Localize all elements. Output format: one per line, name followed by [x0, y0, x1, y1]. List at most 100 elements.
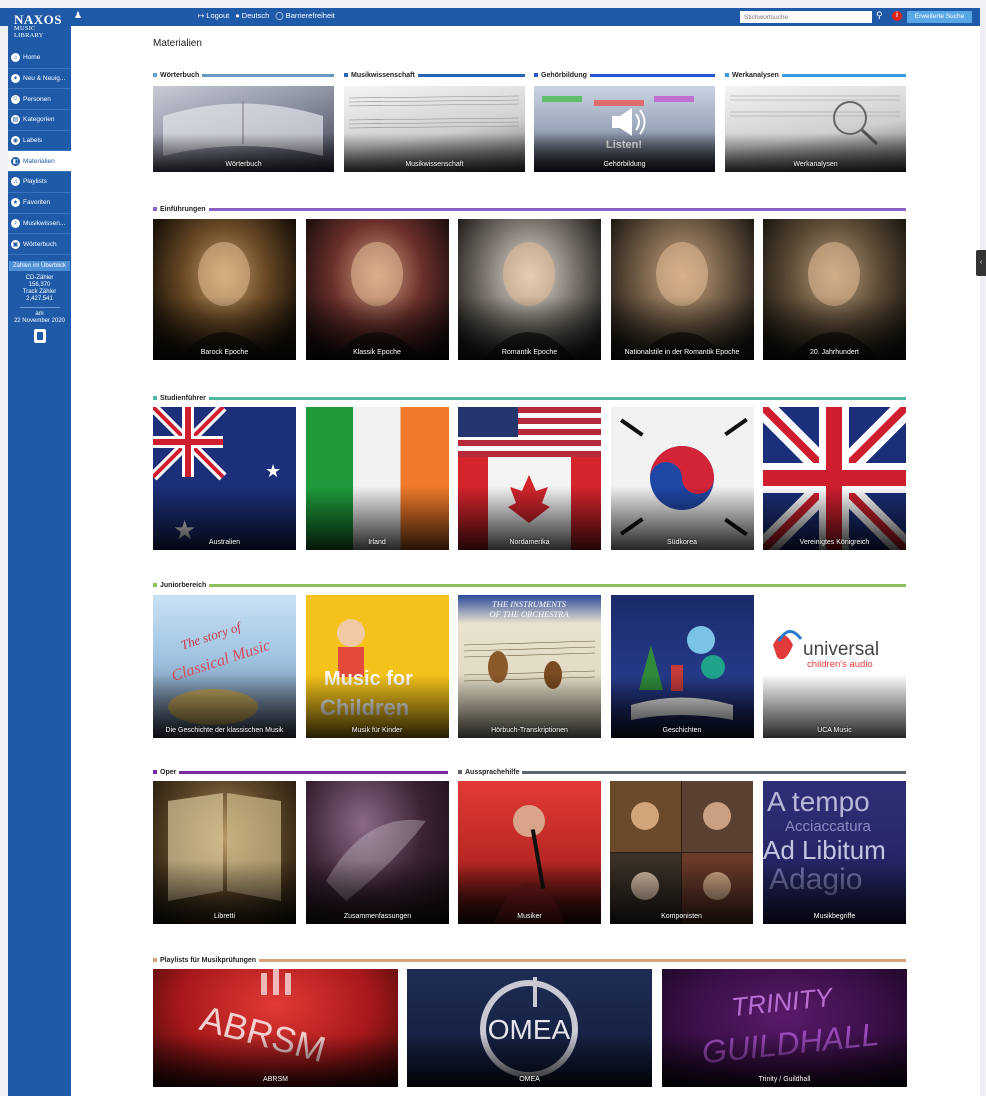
tile-label: Vereinigtes Königreich: [799, 539, 870, 546]
tile-label: UCA Music: [817, 727, 852, 734]
section-rule: [208, 207, 906, 211]
sidebar-item-icon: ✦: [11, 74, 20, 84]
section-title: Playlists für Musikprüfungen: [160, 956, 257, 964]
section-title: Werkanalysen: [732, 71, 779, 79]
svg-text:★: ★: [265, 461, 281, 481]
logout-link[interactable]: ↦ Logout: [198, 11, 229, 20]
sidebar-item-icon: ★: [11, 198, 20, 208]
tile-aussprachehilfe-2[interactable]: A tempoAcciaccaturaAd LibitumAdagioMusik…: [763, 781, 906, 924]
top-links: ↦ Logout ● Deutsch ◯ Barrierefreiheit: [198, 11, 335, 20]
tile-label: Musik für Kinder: [351, 727, 403, 734]
sidebar-item-icon: ◧: [11, 156, 20, 166]
tile-studienfuehrer-2[interactable]: Nordamerika: [458, 407, 601, 550]
section-marker: [153, 73, 157, 77]
tile-playlists-2[interactable]: TRINITYGUILDHALLTrinity / Guildhall: [662, 969, 907, 1087]
naxos-logo[interactable]: NAXOS MUSIC LIBRARY: [14, 13, 66, 39]
section-title: Wörterbuch: [160, 71, 200, 79]
section-header-musikwissenschaft: Musikwissenschaft: [344, 70, 525, 80]
info-icon[interactable]: i: [892, 11, 902, 21]
tile-art-text: OF THE ORCHESTRA: [489, 609, 569, 619]
sidebar-item-label: Musikwissen...: [23, 219, 66, 227]
accessibility-link[interactable]: ◯ Barrierefreiheit: [275, 11, 335, 20]
stats-block: CD-Zähler 156,370 Track Zähler 2,427,541 am 2…: [8, 275, 71, 343]
sidebar-item-icon: ♪: [11, 218, 20, 228]
sidebar-item-2[interactable]: ☺ Personen: [8, 89, 71, 111]
tile-juniorbereich-4[interactable]: universal children's audio UCA Music: [763, 595, 906, 738]
tile-einfuehrungen-3[interactable]: Nationalstile in der Romantik Epoche: [610, 219, 754, 360]
tile-studienfuehrer-0[interactable]: ★★Australien: [153, 407, 296, 550]
stats-date-value: 22 November 2020: [13, 317, 66, 324]
extended-search-button[interactable]: Erweiterte Suche: [907, 11, 972, 23]
tile-einfuehrungen-4[interactable]: 20. Jahrhundert: [763, 219, 906, 360]
sidebar-item-label: Favoriten: [23, 199, 51, 207]
tile-aussprachehilfe-1[interactable]: Komponisten: [610, 781, 753, 924]
tile-einfuehrungen-0[interactable]: Barock Epoche: [153, 219, 296, 360]
logout-icon: ↦: [198, 11, 205, 20]
sidebar-item-7[interactable]: ★ Favoriten: [8, 193, 71, 214]
accessibility-label: Barrierefreiheit: [285, 11, 335, 20]
sidebar: ⌂ Home ✦ Neu & Neuig... ☺ Personen ▤ Kategorien…: [8, 26, 71, 1096]
section-rule: [781, 73, 906, 77]
sidebar-item-icon: ◉: [11, 136, 20, 146]
tile-label: Nationalstile in der Romantik Epoche: [624, 349, 740, 356]
stats-overview-button[interactable]: Zahlen im Überblick: [9, 260, 70, 271]
tile-label: Barock Epoche: [200, 349, 249, 356]
tile-label: Zusammenfassungen: [343, 913, 412, 920]
tile-studienfuehrer-4[interactable]: Vereinigtes Königreich: [763, 407, 906, 550]
tile-juniorbereich-1[interactable]: Music forChildrenMusik für Kinder: [305, 595, 449, 738]
sidebar-item-5[interactable]: ◧ Materialien: [8, 151, 71, 173]
logo-subtitle: MUSIC LIBRARY: [14, 25, 44, 39]
tile-juniorbereich-3[interactable]: Geschichten: [610, 595, 754, 738]
section-rule: [589, 73, 715, 77]
tile-label: Werkanalysen: [793, 161, 838, 168]
section-marker: [458, 770, 462, 774]
sidebar-item-6[interactable]: ♫ Playlists: [8, 172, 71, 193]
search-input[interactable]: [740, 11, 872, 23]
sidebar-item-4[interactable]: ◉ Labels: [8, 131, 71, 152]
user-icon[interactable]: ♟: [74, 10, 82, 21]
sidebar-item-8[interactable]: ♪ Musikwissen...: [8, 214, 71, 235]
sidebar-item-0[interactable]: ⌂ Home: [8, 48, 71, 69]
sidebar-item-icon: ♫: [11, 177, 20, 187]
sidebar-item-3[interactable]: ▤ Kategorien: [8, 110, 71, 131]
tile-woerterbuch-0[interactable]: Wörterbuch: [153, 86, 334, 172]
section-rule: [208, 396, 906, 400]
section-rule: [522, 770, 906, 774]
tile-juniorbereich-0[interactable]: The story of Classical Music Die Geschicht…: [153, 595, 296, 738]
tile-studienfuehrer-3[interactable]: Südkorea: [610, 407, 754, 550]
sidebar-item-label: Personen: [23, 95, 51, 103]
tile-musikwissenschaft-0[interactable]: Musikwissenschaft: [344, 86, 525, 172]
tile-playlists-1[interactable]: OMEA OMEA: [407, 969, 652, 1087]
tile-einfuehrungen-1[interactable]: Klassik Epoche: [305, 219, 449, 360]
sidebar-item-1[interactable]: ✦ Neu & Neuig...: [8, 69, 71, 90]
tile-werkanalysen-0[interactable]: Werkanalysen: [725, 86, 906, 172]
mobile-app-icon[interactable]: [33, 329, 46, 343]
tile-art-text: A tempo: [767, 786, 870, 817]
language-icon: ●: [235, 11, 240, 20]
section-title: Juniorbereich: [160, 581, 207, 589]
tile-oper-0[interactable]: Libretti: [153, 781, 296, 924]
tile-label: OMEA: [519, 1076, 540, 1083]
tile-studienfuehrer-1[interactable]: Irland: [305, 407, 449, 550]
tile-juniorbereich-2[interactable]: THE INSTRUMENTS OF THE ORCHESTRA Hörbuch-T…: [458, 595, 601, 738]
tile-label: Geschichten: [662, 727, 702, 734]
tile-gehoerbildung-0[interactable]: Listen!Gehörbildung: [534, 86, 715, 172]
tile-label: Musiker: [517, 913, 542, 920]
tile-label: Südkorea: [667, 539, 697, 546]
tile-art-text: TRINITY: [730, 982, 835, 1023]
sidebar-item-icon: ▣: [11, 239, 20, 249]
tile-label: Libretti: [213, 913, 235, 920]
tile-aussprachehilfe-0[interactable]: Musiker: [458, 781, 601, 924]
search-icon[interactable]: ⚲: [876, 10, 883, 21]
sidebar-item-icon: ⌂: [11, 53, 20, 63]
tile-playlists-0[interactable]: ABRSMABRSM: [153, 969, 398, 1087]
sidebar-item-9[interactable]: ▣ Wörterbuch: [8, 234, 71, 255]
section-header-aussprachehilfe: Aussprachehilfe: [458, 767, 906, 777]
tile-oper-1[interactable]: Zusammenfassungen: [306, 781, 449, 924]
section-marker: [153, 396, 157, 400]
side-panel-toggle[interactable]: ‹: [976, 250, 986, 276]
tile-einfuehrungen-2[interactable]: Romantik Epoche: [458, 219, 601, 360]
language-link[interactable]: ● Deutsch: [235, 11, 269, 20]
cd-counter-label: CD-Zähler: [25, 274, 54, 281]
tile-label: Irland: [368, 539, 386, 546]
